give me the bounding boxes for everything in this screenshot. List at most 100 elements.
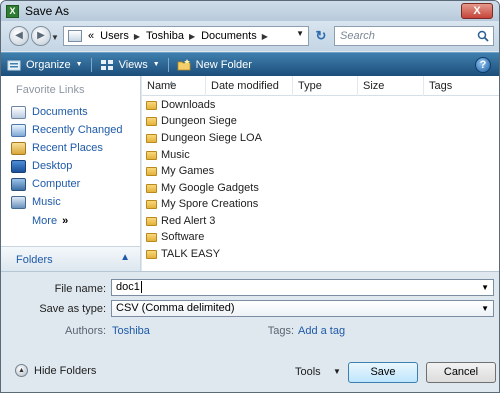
list-item-name: My Spore Creations xyxy=(161,198,259,210)
column-header-size[interactable]: Size xyxy=(358,76,424,96)
list-item[interactable]: My Spore Creations xyxy=(146,196,258,212)
address-prefix[interactable]: « xyxy=(88,30,94,42)
sort-ascending-icon: ▲ xyxy=(168,80,175,87)
add-tag-link[interactable]: Add a tag xyxy=(298,325,345,337)
chevron-right-icon[interactable]: ▶ xyxy=(134,32,140,41)
folder-icon xyxy=(146,183,157,193)
sidebar-item-label: Computer xyxy=(32,178,81,190)
column-header-date-modified[interactable]: Date modified xyxy=(206,76,293,96)
text-cursor xyxy=(140,281,142,294)
cancel-button[interactable]: Cancel xyxy=(426,362,496,383)
folder-icon xyxy=(146,150,157,160)
folder-icon xyxy=(146,166,157,176)
chevron-down-icon[interactable]: ▼ xyxy=(481,301,489,316)
sidebar-item-recent-places[interactable]: Recent Places xyxy=(11,139,103,157)
organize-button[interactable]: Organize ▼ xyxy=(1,53,89,76)
sidebar-item-label: Recently Changed xyxy=(32,124,123,136)
sidebar-more-link[interactable]: More » xyxy=(32,212,68,230)
excel-app-icon: X xyxy=(6,4,19,18)
list-item[interactable]: Software xyxy=(146,229,204,245)
new-folder-button[interactable]: New Folder xyxy=(171,53,258,76)
chevron-right-icon[interactable]: ▶ xyxy=(262,32,268,41)
file-name-label: File name: xyxy=(54,283,106,295)
column-header-label: Tags xyxy=(429,80,453,92)
search-input[interactable]: Search xyxy=(334,26,494,46)
forward-button[interactable]: ▶ xyxy=(31,26,51,46)
list-item-name: My Google Gadgets xyxy=(161,182,259,194)
column-header-row: ▲ Name Date modified Type Size Tags xyxy=(142,76,499,96)
file-name-value: doc1 xyxy=(116,281,140,293)
list-item[interactable]: Red Alert 3 xyxy=(146,213,215,229)
sidebar-item-recently-changed[interactable]: Recently Changed xyxy=(11,121,123,139)
desktop-icon xyxy=(11,159,26,173)
chevron-up-icon: ▲ xyxy=(15,364,28,377)
breadcrumb-toshiba[interactable]: Toshiba xyxy=(146,30,184,42)
toolbar-divider xyxy=(167,57,169,72)
tools-button[interactable]: Tools xyxy=(295,366,321,378)
toolbar-divider xyxy=(90,57,92,72)
search-placeholder: Search xyxy=(340,30,375,42)
address-dropdown-icon[interactable]: ▼ xyxy=(296,29,304,38)
list-item[interactable]: My Games xyxy=(146,163,214,179)
list-item[interactable]: Music xyxy=(146,147,190,163)
chevron-down-icon[interactable]: ▼ xyxy=(333,367,341,376)
navigation-row: ◀ ▶ ▼ « Users ▶ Toshiba ▶ Documents ▶ ▼ … xyxy=(1,21,499,51)
column-header-tags[interactable]: Tags xyxy=(424,76,499,96)
views-button[interactable]: Views ▼ xyxy=(94,53,166,76)
save-as-type-label: Save as type: xyxy=(39,303,106,315)
close-button[interactable]: X xyxy=(461,3,493,19)
folder-icon xyxy=(146,249,157,259)
chevron-up-icon[interactable]: ▲ xyxy=(120,252,130,263)
column-header-label: Type xyxy=(298,80,322,92)
documents-icon xyxy=(11,105,26,119)
folder-icon xyxy=(146,216,157,226)
save-options-panel: File name: doc1 ▼ Save as type: CSV (Com… xyxy=(1,271,499,392)
recent-places-icon xyxy=(11,141,26,155)
address-bar[interactable]: « Users ▶ Toshiba ▶ Documents ▶ ▼ xyxy=(63,26,309,46)
breadcrumb-documents[interactable]: Documents xyxy=(201,30,257,42)
search-icon[interactable] xyxy=(477,30,489,42)
sidebar-item-music[interactable]: Music xyxy=(11,193,61,211)
folder-icon xyxy=(146,100,157,110)
chevron-down-icon[interactable]: ▼ xyxy=(481,280,489,295)
window-title: Save As xyxy=(25,4,70,18)
refresh-icon[interactable]: ↻ xyxy=(311,26,331,46)
sidebar-item-documents[interactable]: Documents xyxy=(11,103,88,121)
folders-toggle[interactable]: Folders ▲ xyxy=(1,246,141,271)
save-as-type-select[interactable]: CSV (Comma delimited) ▼ xyxy=(111,300,494,317)
list-item-name: Music xyxy=(161,149,190,161)
list-item[interactable]: Dungeon Siege xyxy=(146,113,237,129)
list-item[interactable]: TALK EASY xyxy=(146,246,220,262)
save-as-dialog: X Save As X ◀ ▶ ▼ « Users ▶ Toshiba ▶ Do… xyxy=(0,0,500,393)
chevron-down-icon: ▼ xyxy=(75,61,83,68)
sidebar-item-label: Music xyxy=(32,196,61,208)
list-item-name: My Games xyxy=(161,165,215,177)
back-button[interactable]: ◀ xyxy=(9,26,29,46)
chevron-right-icon[interactable]: ▶ xyxy=(189,32,195,41)
column-header-type[interactable]: Type xyxy=(293,76,358,96)
list-item[interactable]: Downloads xyxy=(146,97,215,113)
folder-icon xyxy=(146,199,157,209)
save-button[interactable]: Save xyxy=(348,362,418,383)
help-icon[interactable]: ? xyxy=(475,57,491,73)
sidebar-item-computer[interactable]: Computer xyxy=(11,175,80,193)
sidebar-item-label: Desktop xyxy=(32,160,73,172)
list-item-name: Dungeon Siege xyxy=(161,115,237,127)
more-label: More xyxy=(32,215,58,227)
sidebar-item-label: Documents xyxy=(32,106,88,118)
list-item[interactable]: Dungeon Siege LOA xyxy=(146,130,262,146)
chevron-down-icon: ▼ xyxy=(152,61,160,68)
music-icon xyxy=(11,195,26,209)
authors-label: Authors: xyxy=(65,325,106,337)
file-name-field[interactable]: doc1 ▼ xyxy=(111,279,494,296)
authors-value[interactable]: Toshiba xyxy=(112,325,150,337)
sidebar-item-desktop[interactable]: Desktop xyxy=(11,157,72,175)
history-dropdown-icon[interactable]: ▼ xyxy=(51,33,59,42)
breadcrumb-users[interactable]: Users xyxy=(100,30,129,42)
hide-folders-button[interactable]: ▲ Hide Folders xyxy=(15,364,96,377)
column-header-name[interactable]: ▲ Name xyxy=(142,76,206,96)
organize-icon xyxy=(7,60,21,70)
computer-icon xyxy=(11,177,26,191)
organize-label: Organize xyxy=(26,58,71,71)
list-item[interactable]: My Google Gadgets xyxy=(146,180,259,196)
